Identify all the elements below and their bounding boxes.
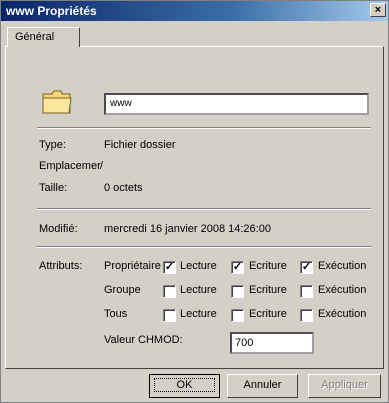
all-write-checkbox[interactable]: [231, 309, 244, 322]
all-read-checkbox[interactable]: [163, 309, 176, 322]
exec-label: Exécution: [318, 284, 367, 296]
type-label: Type:: [39, 139, 66, 151]
owner-exec-checkbox[interactable]: ✓: [300, 261, 313, 274]
ok-button-label: OK: [153, 378, 216, 392]
group-read-checkbox[interactable]: [163, 285, 176, 298]
modified-value: mercredi 16 janvier 2008 14:26:00: [104, 223, 271, 235]
write-label: Ecriture: [249, 308, 287, 320]
write-label: Ecriture: [249, 284, 287, 296]
close-button[interactable]: ×: [370, 3, 386, 17]
read-label: Lecture: [180, 284, 217, 296]
window-title: www Propriétés: [6, 4, 97, 18]
group-owner-label: Propriétaire: [104, 260, 161, 272]
tab-general-label: Général: [15, 31, 55, 43]
folder-icon: [42, 90, 72, 114]
size-value: 0 octets: [104, 182, 143, 194]
location-label: Emplacemer: [39, 160, 101, 172]
exec-label: Exécution: [318, 260, 367, 272]
write-label: Ecriture: [249, 260, 287, 272]
owner-write-checkbox[interactable]: ✓: [231, 261, 244, 274]
separator: [37, 208, 371, 210]
size-label: Taille:: [39, 182, 68, 194]
read-label: Lecture: [180, 260, 217, 272]
read-label: Lecture: [180, 308, 217, 320]
ok-button[interactable]: OK: [149, 374, 220, 398]
separator: [37, 127, 371, 129]
chmod-input[interactable]: 700: [230, 332, 314, 354]
properties-dialog: www Propriétés × Général www Type: Fichi…: [0, 0, 389, 403]
group-group-label: Groupe: [104, 284, 141, 296]
group-write-checkbox[interactable]: [231, 285, 244, 298]
attributes-label: Attributs:: [39, 260, 83, 272]
apply-button[interactable]: Appliquer: [308, 374, 381, 398]
separator: [37, 246, 371, 248]
folder-name-input[interactable]: www: [104, 93, 369, 115]
chmod-label: Valeur CHMOD:: [104, 334, 183, 346]
group-all-label: Tous: [104, 308, 128, 320]
title-bar[interactable]: www Propriétés ×: [1, 1, 388, 21]
type-value: Fichier dossier: [104, 139, 176, 151]
tab-general[interactable]: Général: [7, 27, 80, 47]
cancel-button[interactable]: Annuler: [227, 374, 298, 398]
modified-label: Modifié:: [39, 223, 78, 235]
owner-read-checkbox[interactable]: ✓: [163, 261, 176, 274]
group-exec-checkbox[interactable]: [300, 285, 313, 298]
location-value: /: [100, 160, 104, 172]
exec-label: Exécution: [318, 308, 367, 320]
all-exec-checkbox[interactable]: [300, 309, 313, 322]
